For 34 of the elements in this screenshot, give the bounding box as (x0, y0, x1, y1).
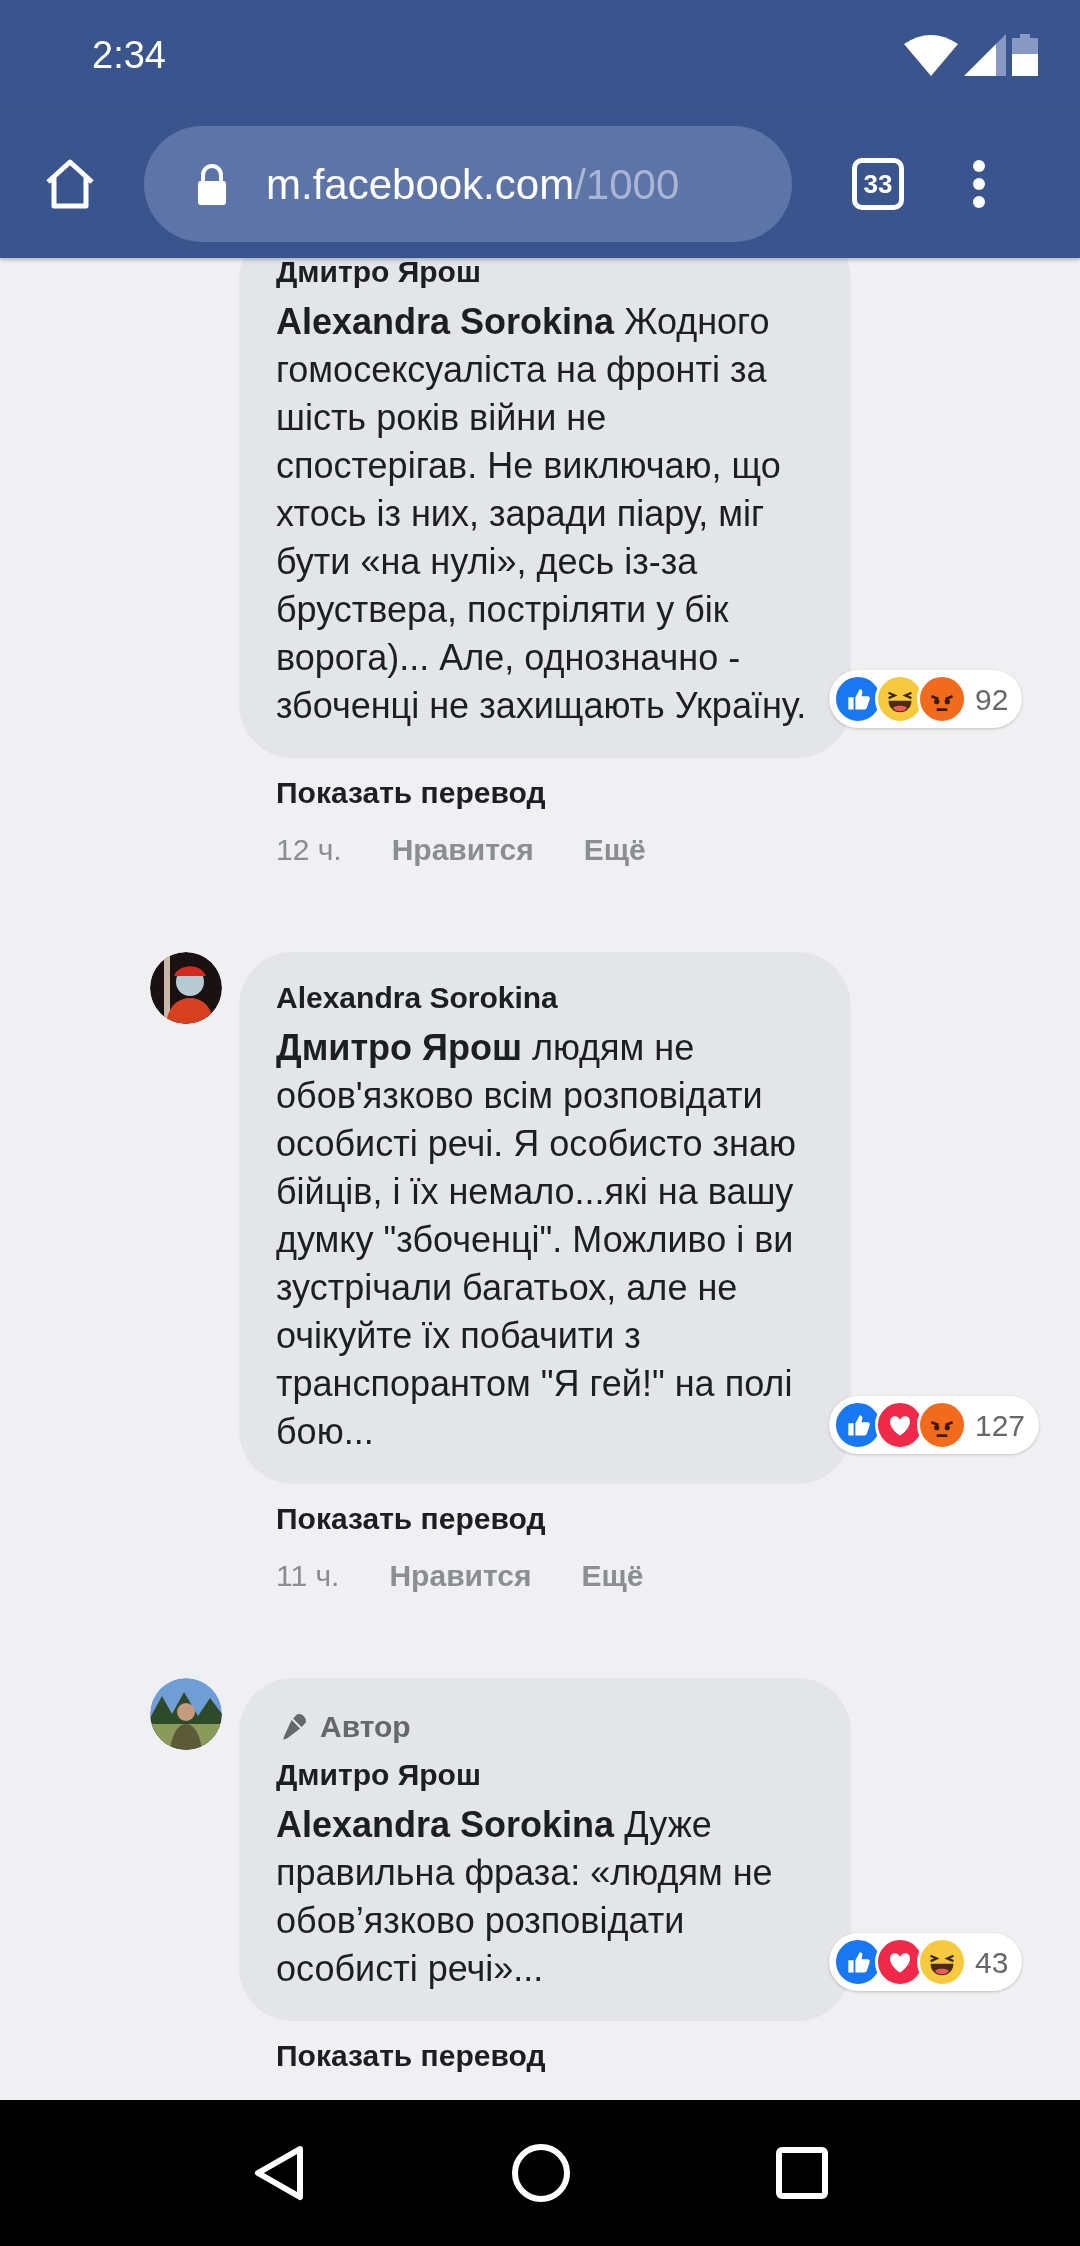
comment-text: Дмитро Ярош людям не обов'язково всім розповідати особисті речі. Я особисто знаю бійців, і їх немало...які на вашу думку "збоченці". Можливо і ви зустрічали багатьох, але не очікуйте їх побачити з транспорантом "Я гей!" на полі бою... (276, 1026, 797, 1454)
author-label: Автор (320, 1709, 411, 1745)
show-translation-link[interactable]: Показать перевод (276, 2033, 851, 2078)
battery-icon (1012, 34, 1038, 76)
reactions-summary[interactable]: 127 (829, 1396, 1040, 1454)
reaction-count: 127 (975, 1407, 1026, 1444)
url-path: /1000 (574, 160, 680, 208)
show-translation-link[interactable]: Показать перевод (276, 1496, 851, 1541)
comment-text: Alexandra Sorokina Жодного гомосексуаліста на фронті за шість років війни не спостерігав. Не виключаю, що хтось із них, заради піару, міг бути «на нулі», десь із-за бруствера, постріляти у бік ворога)... Але, однозначно - збоченці не захищають Україну. (276, 300, 808, 728)
comment-time: 12 ч. (276, 832, 342, 868)
reaction-count: 92 (975, 681, 1009, 718)
comment-text: Alexandra Sorokina Дуже правильна фраза: «людям не обов’язково розповідати особисті речі»... (276, 1803, 774, 1991)
comment-time: 11 ч. (276, 1558, 340, 1594)
comment-author[interactable]: Дмитро Ярош (276, 258, 814, 292)
recent-apps-icon[interactable] (775, 2147, 828, 2199)
home-button-icon[interactable] (511, 2143, 571, 2203)
more-options-icon[interactable] (972, 159, 986, 209)
signal-icon (964, 34, 1006, 76)
reactions-summary[interactable]: 43 (829, 1933, 1023, 1991)
comment-author[interactable]: Alexandra Sorokina (276, 978, 814, 1018)
show-translation-link[interactable]: Показать перевод (276, 770, 851, 815)
like-link[interactable]: Нравится (389, 1553, 532, 1598)
lock-icon (196, 163, 228, 205)
more-link[interactable]: Ещё (581, 1553, 644, 1598)
reaction-count: 43 (975, 1944, 1009, 1981)
status-time: 2:34 (92, 32, 166, 78)
like-link[interactable]: Нравится (391, 827, 534, 872)
reactions-summary[interactable]: 92 (829, 670, 1023, 728)
comment-author[interactable]: Дмитро Ярош (276, 1755, 814, 1795)
address-bar[interactable]: m.facebook.com/1000 (144, 126, 792, 242)
tab-count[interactable]: 33 (852, 158, 904, 210)
wifi-icon (904, 34, 958, 76)
url-host: m.facebook.com (266, 160, 575, 208)
more-link[interactable]: Ещё (583, 827, 646, 872)
